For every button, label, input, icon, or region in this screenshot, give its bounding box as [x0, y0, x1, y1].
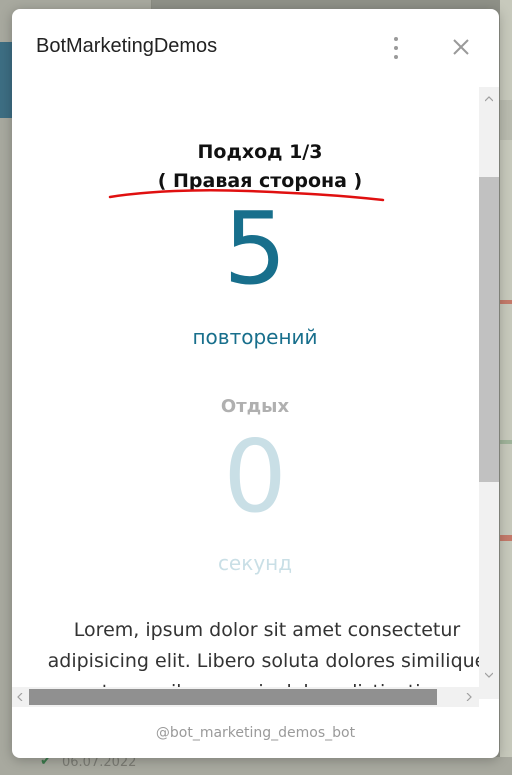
background-blue-button [0, 42, 12, 118]
modal-title: BotMarketingDemos [36, 35, 218, 57]
scroll-left-arrow-icon[interactable] [16, 693, 24, 701]
close-icon [453, 39, 469, 55]
description-line: Lorem, ipsum dolor sit amet consectetur [73, 619, 461, 641]
scroll-right-arrow-icon[interactable] [465, 693, 473, 701]
background-right-panel [500, 0, 512, 775]
scroll-up-arrow-icon[interactable] [485, 95, 493, 103]
webapp-frame: Подход 1/3 ( Правая сторона ) 5 повторен… [12, 87, 499, 717]
description-line: adipisicing elit. Libero soluta dolores … [47, 650, 479, 672]
vertical-scrollbar[interactable] [479, 87, 499, 699]
rest-unit-label: секунд [217, 551, 293, 575]
kebab-menu-icon[interactable] [386, 35, 406, 61]
background-bottom-bar: ✔ 06.07.2022 [0, 753, 512, 775]
set-counter: Подход 1/3 [197, 141, 323, 163]
horizontal-scrollbar[interactable] [12, 687, 479, 707]
scroll-down-arrow-icon[interactable] [485, 671, 493, 679]
reps-unit-label: повторений [192, 325, 318, 349]
bot-username-footer: @bot_marketing_demos_bot [155, 725, 356, 741]
horizontal-scroll-thumb[interactable] [29, 689, 437, 705]
modal-header: BotMarketingDemos [12, 9, 499, 87]
vertical-scroll-thumb[interactable] [479, 177, 499, 482]
rest-seconds-count: 0 [223, 418, 287, 535]
workout-content: Подход 1/3 ( Правая сторона ) 5 повторен… [12, 87, 479, 699]
webapp-modal: BotMarketingDemos Подход 1/3 ( Правая ст… [12, 9, 499, 758]
rest-label: Отдых [220, 396, 290, 417]
reps-count: 5 [223, 190, 287, 307]
close-button[interactable] [450, 36, 472, 58]
